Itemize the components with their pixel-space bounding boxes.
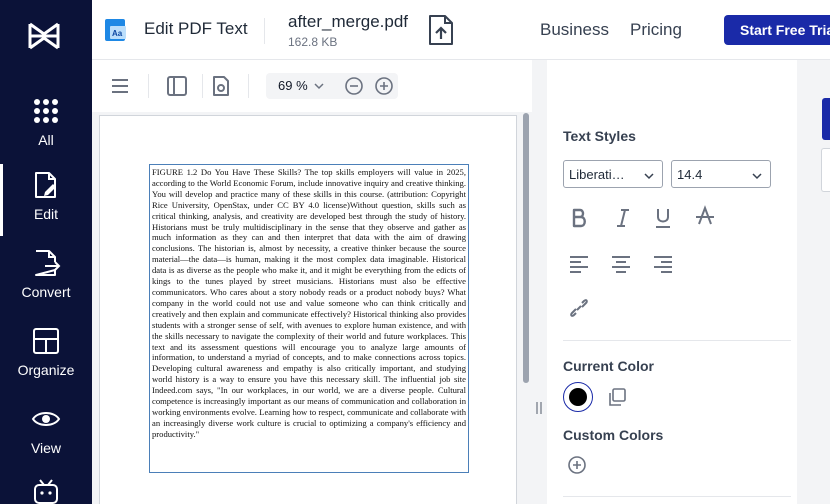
svg-text:Aa: Aa — [112, 29, 123, 38]
nav-label-all: All — [38, 132, 54, 148]
sidebar-toggle-icon[interactable] — [165, 74, 189, 98]
grid-icon — [34, 99, 58, 123]
current-color-title: Current Color — [563, 358, 654, 374]
align-center-icon[interactable] — [609, 252, 633, 276]
text-styles-panel: Text Styles Liberati… 14.4 Current Color… — [547, 112, 797, 504]
drag-handle-icon[interactable] — [536, 402, 542, 414]
upload-file-icon[interactable] — [428, 14, 454, 46]
nav-item-convert[interactable]: Convert — [0, 238, 92, 316]
panel-splitter[interactable] — [532, 60, 547, 504]
font-size-select[interactable]: 14.4 — [671, 160, 771, 188]
nav-label-convert: Convert — [21, 284, 71, 300]
custom-colors-title: Custom Colors — [563, 427, 664, 443]
chevron-down-icon — [644, 173, 654, 180]
pricing-link[interactable]: Pricing — [630, 20, 682, 40]
editable-text-box[interactable]: FIGURE 1.2 Do You Have These Skills? The… — [149, 164, 469, 473]
tool-title: Edit PDF Text — [144, 19, 248, 38]
business-link[interactable]: Business — [540, 20, 609, 40]
organize-icon — [33, 328, 59, 354]
scrollbar-thumb[interactable] — [523, 113, 529, 383]
underline-icon[interactable] — [651, 206, 675, 230]
app-logo-icon[interactable] — [26, 18, 62, 54]
eye-icon — [31, 412, 61, 426]
app-window: All Edit Convert Organize View Aa Edit P… — [0, 0, 830, 504]
chevron-down-icon — [752, 173, 762, 180]
toolbar-divider — [148, 74, 149, 98]
view-toolbar: 69 % — [92, 60, 532, 112]
edit-document-icon — [35, 172, 56, 198]
nav-item-view[interactable]: View — [0, 394, 92, 472]
side-tab[interactable] — [821, 148, 830, 192]
zoom-in-icon[interactable] — [374, 76, 394, 96]
font-family-select[interactable]: Liberati… — [563, 160, 663, 188]
section-divider — [563, 496, 791, 497]
zoom-out-icon[interactable] — [344, 76, 364, 96]
copy-color-icon[interactable] — [607, 387, 627, 407]
tv-icon[interactable] — [32, 478, 60, 504]
pdf-page: FIGURE 1.2 Do You Have These Skills? The… — [99, 115, 517, 504]
nav-item-edit[interactable]: Edit — [0, 160, 92, 238]
toolbar-divider — [248, 74, 249, 98]
toolbar-divider — [202, 74, 203, 98]
zoom-control[interactable]: 69 % — [266, 73, 398, 99]
section-divider — [563, 340, 791, 341]
bold-icon[interactable] — [567, 206, 591, 230]
left-nav: All Edit Convert Organize View — [0, 0, 92, 504]
file-name: after_merge.pdf — [288, 12, 409, 31]
document-viewer: FIGURE 1.2 Do You Have These Skills? The… — [92, 112, 532, 504]
top-bar: Aa Edit PDF Text after_merge.pdf 162.8 K… — [92, 0, 830, 60]
font-size-value: 14.4 — [677, 167, 703, 182]
document-text[interactable]: FIGURE 1.2 Do You Have These Skills? The… — [152, 167, 466, 440]
page-settings-icon[interactable] — [209, 74, 233, 98]
text-styles-title: Text Styles — [563, 128, 636, 144]
nav-label-organize: Organize — [17, 362, 75, 378]
add-color-icon[interactable] — [567, 455, 587, 475]
zoom-value[interactable]: 69 % — [278, 78, 308, 93]
strikethrough-icon[interactable] — [693, 204, 717, 228]
current-color-swatch[interactable] — [563, 382, 593, 412]
nav-item-organize[interactable]: Organize — [0, 316, 92, 394]
nav-label-view: View — [30, 440, 62, 456]
align-right-icon[interactable] — [651, 252, 675, 276]
link-icon[interactable] — [567, 296, 591, 320]
menu-icon[interactable] — [108, 74, 132, 98]
file-size: 162.8 KB — [288, 35, 338, 49]
start-free-trial-button[interactable]: Start Free Tria — [724, 15, 830, 45]
nav-label-edit: Edit — [33, 206, 59, 222]
header-divider — [264, 18, 265, 44]
side-tab-active[interactable] — [822, 98, 830, 140]
align-left-icon[interactable] — [567, 252, 591, 276]
italic-icon[interactable] — [611, 206, 635, 230]
edit-text-tool-icon: Aa — [105, 19, 126, 41]
font-family-value: Liberati… — [569, 167, 625, 182]
color-swatch-black[interactable] — [569, 388, 587, 406]
chevron-down-icon[interactable] — [314, 81, 324, 91]
nav-item-all[interactable]: All — [0, 86, 92, 164]
convert-icon — [35, 250, 61, 276]
